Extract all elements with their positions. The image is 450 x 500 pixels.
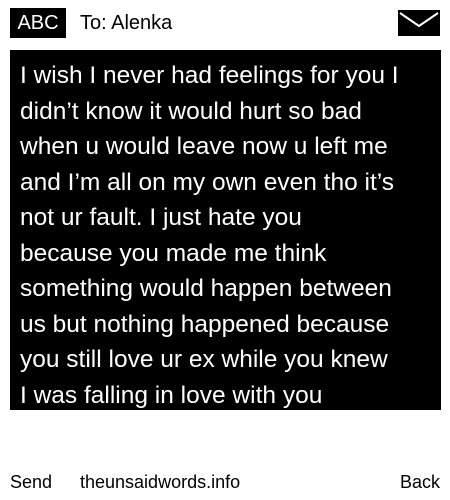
input-mode-indicator[interactable]: ABC bbox=[10, 8, 66, 38]
message-text: I wish I never had feelings for you I di… bbox=[20, 62, 399, 409]
watermark-text: theunsaidwords.info bbox=[80, 472, 241, 492]
send-button[interactable]: Send bbox=[10, 470, 52, 494]
envelope-icon bbox=[398, 10, 440, 36]
softkey-bar: Send theunsaidwords.info Back bbox=[10, 470, 440, 494]
message-textarea[interactable]: I wish I never had feelings for you I di… bbox=[10, 50, 441, 410]
back-button[interactable]: Back bbox=[400, 470, 440, 494]
header-bar: ABC To: Alenka bbox=[10, 8, 440, 38]
recipient-field[interactable]: To: Alenka bbox=[80, 8, 172, 38]
sms-compose-screen: ABC To: Alenka I wish I never had feelin… bbox=[0, 0, 450, 500]
